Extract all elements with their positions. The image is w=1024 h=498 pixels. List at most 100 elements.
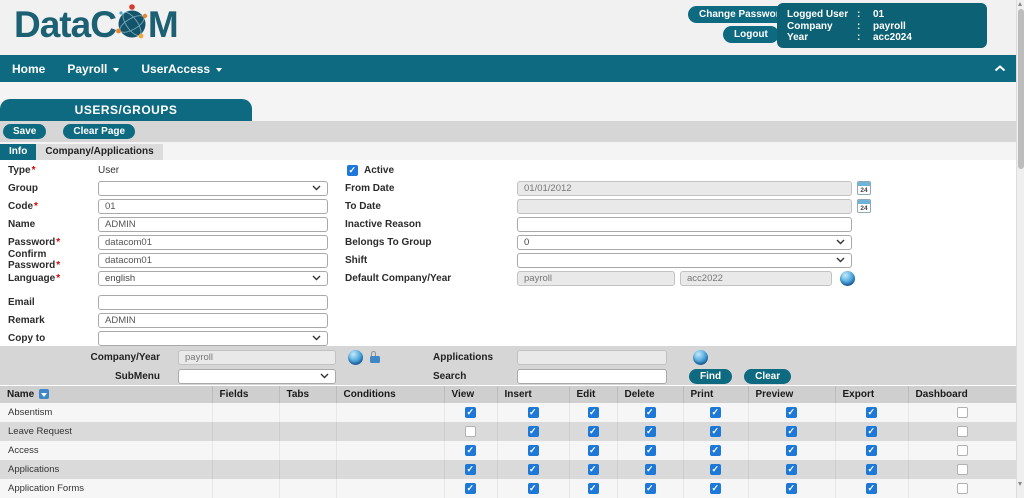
top-header: DataC M [0,0,1016,55]
print-checkbox[interactable] [710,426,721,437]
checkbox-cell [683,479,748,498]
edit-checkbox[interactable] [588,464,599,475]
inactive-reason-input[interactable] [517,217,852,232]
export-checkbox[interactable] [866,483,877,494]
group-select[interactable] [98,181,328,196]
language-select[interactable]: english [98,271,328,286]
remark-input[interactable] [98,313,328,328]
dashboard-checkbox[interactable] [957,445,968,456]
preview-checkbox[interactable] [786,464,797,475]
nav-item-home[interactable]: Home [12,62,45,76]
edit-checkbox[interactable] [588,407,599,418]
find-button[interactable]: Find [689,369,732,384]
insert-checkbox[interactable] [528,464,539,475]
preview-checkbox[interactable] [786,483,797,494]
edit-checkbox[interactable] [588,483,599,494]
delete-checkbox[interactable] [645,426,656,437]
nav-item-payroll[interactable]: Payroll [67,62,119,76]
field-control: User [98,165,328,176]
field-control [98,253,328,268]
name-input[interactable] [98,217,328,232]
from-date-input[interactable] [517,181,852,196]
print-checkbox[interactable] [710,445,721,456]
submenu-select[interactable] [178,369,336,384]
print-checkbox[interactable] [710,464,721,475]
column-header-label: Delete [625,389,655,400]
delete-checkbox[interactable] [645,483,656,494]
view-checkbox[interactable] [465,407,476,418]
preview-checkbox[interactable] [786,426,797,437]
applications-label: Applications [433,352,507,363]
insert-checkbox[interactable] [528,426,539,437]
search-label: Search [433,371,507,382]
scroll-down-arrow-icon[interactable] [1018,482,1022,486]
globe-icon[interactable] [348,350,363,365]
print-checkbox[interactable] [710,483,721,494]
delete-checkbox[interactable] [645,445,656,456]
print-checkbox[interactable] [710,407,721,418]
export-checkbox[interactable] [866,426,877,437]
logout-button[interactable]: Logout [723,26,779,43]
copy-to-select[interactable] [98,331,328,346]
shift-select[interactable] [517,253,852,268]
view-checkbox[interactable] [465,464,476,475]
clear-page-button[interactable]: Clear Page [63,124,135,139]
clear-button[interactable]: Clear [744,369,791,384]
dashboard-checkbox[interactable] [957,464,968,475]
dashboard-checkbox[interactable] [957,426,968,437]
calendar-icon[interactable]: 24 [857,181,871,195]
email-input[interactable] [98,295,328,310]
edit-checkbox[interactable] [588,426,599,437]
export-checkbox[interactable] [866,407,877,418]
default-company-year-company-input[interactable] [517,271,675,286]
field-control [98,331,328,346]
checkbox-cell [748,403,835,422]
field-control [98,235,328,250]
preview-checkbox[interactable] [786,407,797,418]
nav-item-useraccess[interactable]: UserAccess [141,62,222,76]
dashboard-checkbox[interactable] [957,483,968,494]
applications-input[interactable] [517,350,667,365]
export-checkbox[interactable] [866,464,877,475]
scroll-up-arrow-icon[interactable] [1018,2,1022,6]
field-label: Group [0,183,98,194]
scrollbar-thumb[interactable] [1018,9,1024,169]
insert-checkbox[interactable] [528,445,539,456]
column-header-conditions: Conditions [336,386,444,403]
tab-info[interactable]: Info [0,144,36,160]
insert-checkbox[interactable] [528,483,539,494]
view-checkbox[interactable] [465,483,476,494]
preview-checkbox[interactable] [786,445,797,456]
globe-icon[interactable] [693,350,708,365]
form-row: From Date24 [345,179,1016,197]
delete-checkbox[interactable] [645,407,656,418]
confirm-password-input[interactable] [98,253,328,268]
filter-icon[interactable] [39,389,49,399]
calendar-icon[interactable]: 24 [857,199,871,213]
view-checkbox[interactable] [465,445,476,456]
delete-checkbox[interactable] [645,464,656,475]
chevron-up-icon[interactable] [994,65,1006,72]
checkbox-cell [908,403,1016,422]
export-checkbox[interactable] [866,445,877,456]
insert-checkbox[interactable] [528,407,539,418]
company-year-input[interactable] [178,350,336,365]
globe-icon[interactable] [840,271,855,286]
search-input[interactable] [517,369,667,384]
tab-company-applications[interactable]: Company/Applications [36,144,162,160]
password-input[interactable] [98,235,328,250]
to-date-input[interactable] [517,199,852,214]
dashboard-checkbox[interactable] [957,407,968,418]
checkbox-cell [835,460,908,479]
belongs-to-group-select[interactable]: 0 [517,235,852,250]
edit-checkbox[interactable] [588,445,599,456]
lock-icon[interactable] [370,356,380,363]
save-button[interactable]: Save [3,124,46,139]
filter-band-row: Company/Year Applications [0,349,1016,365]
code-input[interactable] [98,199,328,214]
default-company-year-year-input[interactable] [680,271,832,286]
vertical-scrollbar[interactable] [1016,0,1024,498]
view-checkbox[interactable] [465,426,476,437]
active-checkbox[interactable] [347,165,358,176]
checkbox-cell [683,441,748,460]
